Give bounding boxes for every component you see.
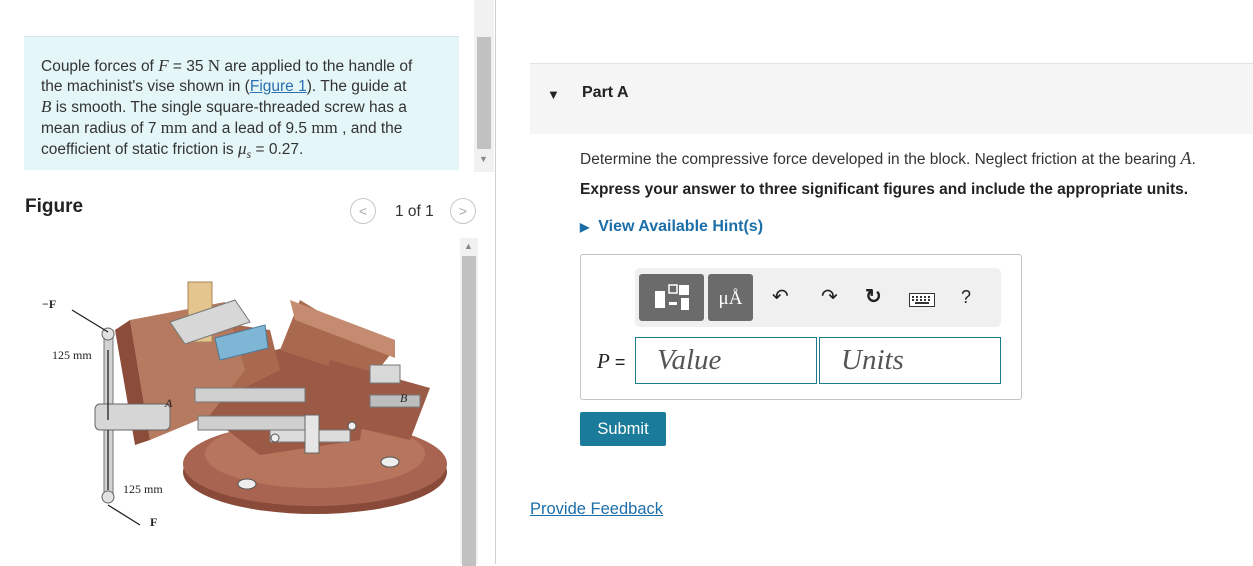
templates-glyph — [655, 284, 689, 310]
view-hints-link[interactable]: ▶ View Available Hint(s) — [580, 218, 763, 236]
answer-instruction: Express your answer to three significant… — [580, 181, 1189, 198]
problem-text: coefficient of static friction is — [41, 141, 238, 158]
problem-text: is smooth. The single square-threaded sc… — [51, 99, 407, 116]
guide-variable: B — [41, 97, 52, 116]
problem-text: Couple forces of — [41, 58, 159, 75]
unit-text: mm — [160, 118, 188, 137]
figure-title: Figure — [25, 196, 84, 217]
problem-text: = 0.27. — [251, 141, 304, 158]
problem-text: = 35 — [168, 58, 208, 75]
question-part: Determine the compressive force develope… — [580, 151, 1181, 168]
dim-top-label: 125 mm — [52, 348, 92, 362]
part-title: Part A — [582, 84, 629, 101]
units-input[interactable]: Units — [819, 337, 1001, 384]
problem-text: ). The guide at — [306, 78, 407, 95]
keyboard-glyph — [909, 293, 935, 307]
equals-sign: = — [609, 352, 626, 372]
problem-text: , and the — [337, 120, 403, 137]
answer-box: μÅ ↶ ↷ ↻ ? P = Value Units — [580, 254, 1022, 400]
figure-scrollbar-thumb[interactable] — [462, 256, 476, 566]
problem-line: coefficient of static friction is μs = 0… — [41, 139, 443, 164]
submit-button[interactable]: Submit — [580, 412, 666, 446]
figure-link[interactable]: Figure 1 — [250, 78, 307, 95]
chevron-left-icon[interactable]: < — [350, 198, 376, 224]
unit-text: N — [207, 56, 221, 75]
math-toolbar: μÅ ↶ ↷ ↻ ? — [635, 268, 1001, 327]
problem-statement: Couple forces of F = 35 N are applied to… — [24, 36, 459, 170]
templates-icon[interactable] — [639, 274, 704, 321]
panel-divider — [495, 0, 496, 564]
problem-text: and a lead of 9.5 — [187, 120, 312, 137]
question-text: Determine the compressive force develope… — [580, 148, 1196, 169]
problem-line: mean radius of 7 mm and a lead of 9.5 mm… — [41, 118, 443, 139]
figure-counter: 1 of 1 — [395, 203, 434, 220]
problem-text: the machinist's vise shown in ( — [41, 78, 250, 95]
part-a-header[interactable]: ▼ Part A — [530, 63, 1253, 134]
redo-icon[interactable]: ↷ — [821, 287, 838, 307]
question-part: . — [1191, 151, 1196, 168]
keyboard-icon[interactable] — [909, 291, 935, 311]
answer-variable: P — [597, 349, 610, 373]
point-a-label: A — [164, 396, 173, 410]
force-variable: F — [158, 56, 169, 75]
chevron-right-icon[interactable]: > — [450, 198, 476, 224]
problem-line: the machinist's vise shown in (Figure 1)… — [41, 77, 443, 97]
scroll-up-arrow-icon[interactable]: ▲ — [464, 241, 473, 251]
figure-scrollbar[interactable]: ▲ — [460, 238, 478, 566]
units-icon[interactable]: μÅ — [708, 274, 753, 321]
problem-scrollbar[interactable]: ▼ — [474, 0, 494, 172]
reset-icon[interactable]: ↻ — [865, 287, 882, 307]
problem-text: are applied to the handle of — [220, 58, 413, 75]
vise-figure: −F 125 mm A B 125 mm F — [42, 281, 447, 529]
hints-label: View Available Hint(s) — [598, 218, 764, 235]
force-label: F — [150, 515, 157, 529]
problem-line: Couple forces of F = 35 N are applied to… — [41, 56, 443, 77]
value-input[interactable]: Value — [635, 337, 817, 384]
point-b-label: B — [400, 391, 408, 405]
bearing-variable: A — [1180, 148, 1192, 168]
scroll-down-arrow-icon[interactable]: ▼ — [479, 154, 488, 164]
friction-variable: μ — [238, 139, 247, 158]
help-icon[interactable]: ? — [961, 287, 971, 307]
expand-triangle-icon: ▶ — [580, 220, 590, 234]
unit-text: mm — [311, 118, 338, 137]
neg-force-label: −F — [42, 297, 56, 311]
answer-label: P = — [597, 349, 625, 374]
problem-line: B is smooth. The single square-threaded … — [41, 97, 443, 118]
problem-scrollbar-thumb[interactable] — [477, 37, 491, 149]
undo-icon[interactable]: ↶ — [772, 287, 789, 307]
dim-bottom-label: 125 mm — [123, 482, 163, 496]
provide-feedback-link[interactable]: Provide Feedback — [530, 500, 663, 519]
collapse-caret-icon[interactable]: ▼ — [547, 87, 560, 102]
problem-text: mean radius of 7 — [41, 120, 161, 137]
